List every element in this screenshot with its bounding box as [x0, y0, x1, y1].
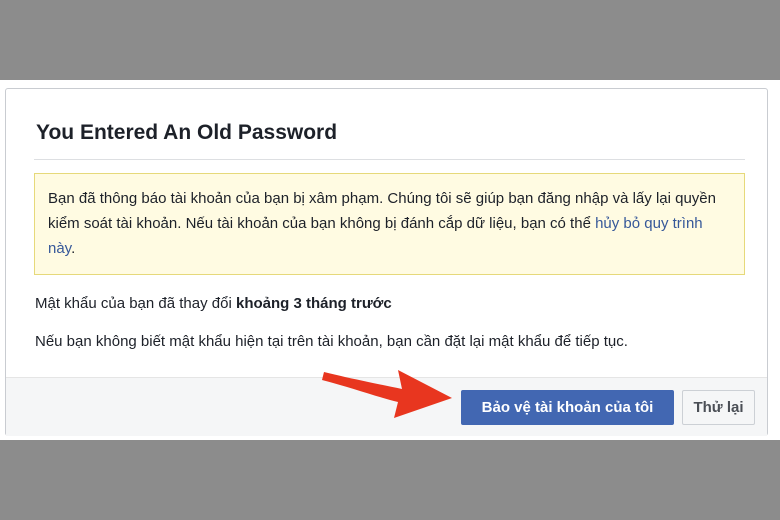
protect-account-button[interactable]: Bảo vệ tài khoản của tôi	[461, 390, 674, 425]
changed-time: khoảng 3 tháng trước	[235, 295, 392, 312]
warning-notice: Bạn đã thông báo tài khoản của bạn bị xâ…	[34, 173, 745, 275]
red-arrow-icon	[322, 370, 452, 418]
arrow-shape	[322, 370, 452, 418]
changed-prefix: Mật khẩu của bạn đã thay đổi	[35, 295, 236, 312]
title-divider	[34, 159, 745, 160]
retry-button[interactable]: Thử lại	[682, 390, 755, 425]
notice-end: .	[71, 240, 76, 257]
password-changed-text: Mật khẩu của bạn đã thay đổi khoảng 3 th…	[35, 295, 392, 312]
reset-password-note: Nếu bạn không biết mật khẩu hiện tại trê…	[35, 333, 628, 350]
dialog-title: You Entered An Old Password	[36, 121, 338, 144]
